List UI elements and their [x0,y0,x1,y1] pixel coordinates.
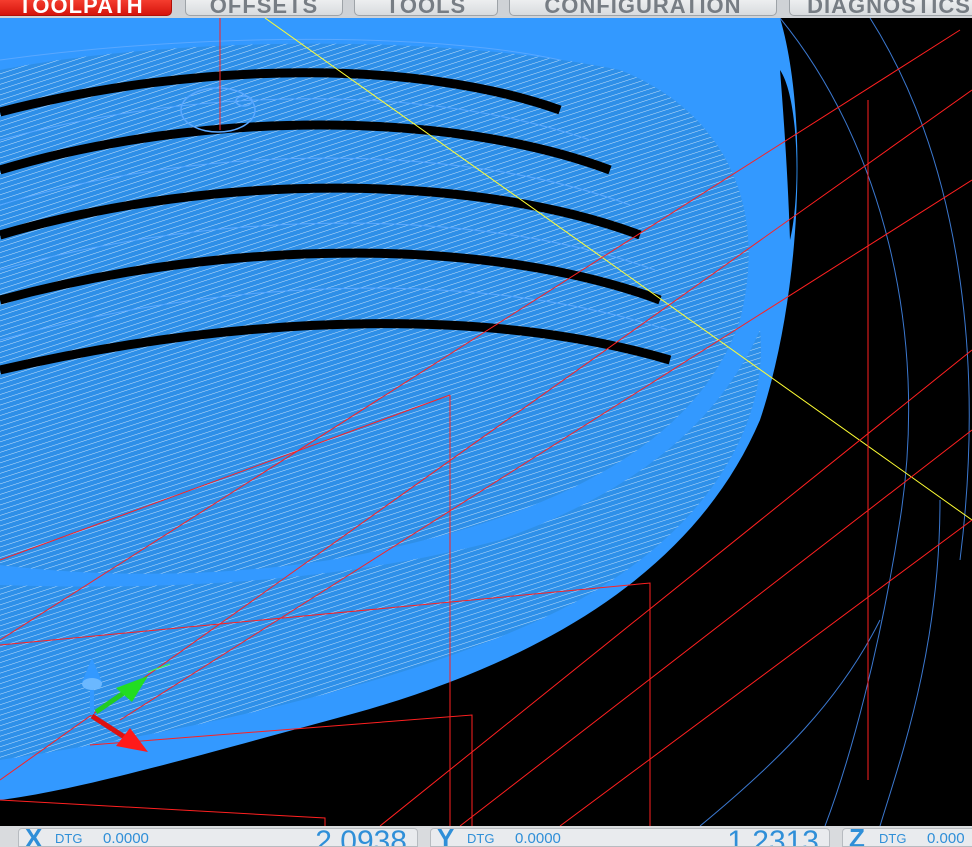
dro-y-dtg-label: DTG [467,831,495,846]
tab-diagnostics[interactable]: DIAGNOSTICS [789,0,972,16]
dro-z-axis-label: Z [849,828,865,847]
toolpath-graphics [0,18,972,826]
dro-y-panel[interactable]: Y DTG 0.0000 1.2313 [430,828,830,847]
dro-y-position[interactable]: 1.2313 [727,829,819,846]
tab-tools[interactable]: TOOLS [354,0,498,16]
tab-offsets[interactable]: OFFSETS [185,0,343,16]
dro-x-position[interactable]: 2.0938 [315,829,407,846]
dro-z-dtg-value: 0.000 [927,830,965,847]
dro-z-panel[interactable]: Z DTG 0.000 [842,828,972,847]
dro-x-dtg-label: DTG [55,831,83,846]
dro-y-axis-label: Y [437,828,455,847]
tab-toolpath[interactable]: TOOLPATH [0,0,172,16]
dro-x-panel[interactable]: X DTG 0.0000 2.0938 [18,828,418,847]
dro-y-dtg-value: 0.0000 [515,830,561,847]
tab-bar: TOOLPATH OFFSETS TOOLS CONFIGURATION DIA… [0,0,972,18]
tab-configuration[interactable]: CONFIGURATION [509,0,777,16]
dro-x-axis-label: X [25,828,43,847]
toolpath-viewport[interactable] [0,18,972,826]
dro-z-dtg-label: DTG [879,831,907,846]
dro-x-dtg-value: 0.0000 [103,830,149,847]
